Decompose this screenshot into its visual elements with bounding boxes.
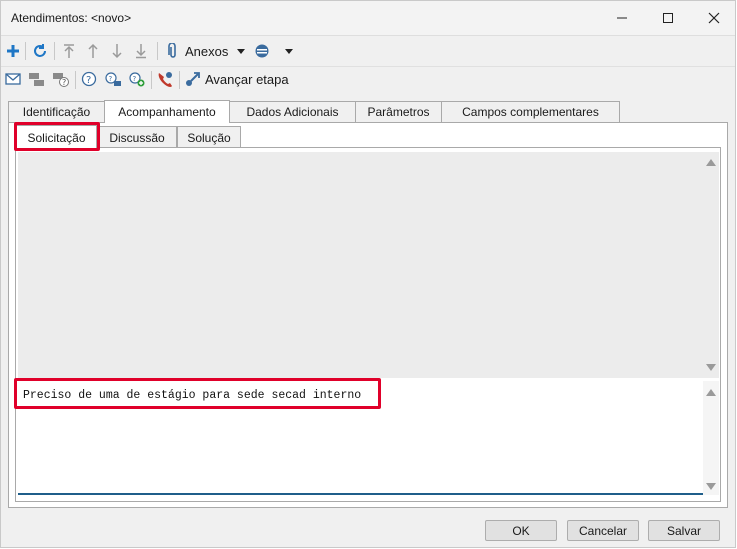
window-title: Atendimentos: <novo> [11, 11, 132, 25]
subtab-label: Solicitação [27, 130, 86, 145]
toolbar-separator [157, 42, 158, 60]
editor-scrollbar[interactable] [703, 381, 719, 495]
move-top-icon[interactable] [60, 42, 78, 60]
anexos-button[interactable]: Anexos [185, 44, 228, 59]
avancar-etapa-button[interactable]: Avançar etapa [205, 72, 289, 87]
scroll-down-icon[interactable] [706, 364, 716, 371]
tab-label: Parâmetros [367, 105, 430, 119]
ok-button[interactable]: OK [485, 520, 557, 541]
request-text[interactable]: Preciso de uma de estágio para sede seca… [23, 389, 361, 402]
tab-campos-complementares[interactable]: Campos complementares [441, 101, 620, 122]
request-editor[interactable]: Preciso de uma de estágio para sede seca… [18, 381, 703, 495]
subtab-label: Solução [187, 130, 231, 145]
subtab-solicitacao[interactable]: Solicitação [16, 125, 97, 149]
refresh-icon[interactable] [31, 42, 49, 60]
move-down-icon[interactable] [108, 42, 126, 60]
maximize-icon[interactable] [645, 1, 691, 35]
cancel-button[interactable]: Cancelar [567, 520, 639, 541]
save-button[interactable]: Salvar [648, 520, 720, 541]
help-icon[interactable]: ? [80, 70, 98, 88]
paperclip-icon[interactable] [164, 42, 182, 60]
toolbar-separator [54, 42, 55, 60]
tab-parametros[interactable]: Parâmetros [355, 101, 442, 122]
title-bar: Atendimentos: <novo> [1, 1, 735, 36]
phone-icon[interactable] [156, 70, 174, 88]
svg-text:?: ? [109, 75, 113, 83]
tab-label: Dados Adicionais [246, 105, 339, 119]
chevron-down-icon[interactable] [280, 42, 298, 60]
secondary-toolbar: ? ? ? ? Avançar etapa [1, 67, 735, 93]
minimize-icon[interactable] [599, 1, 645, 35]
request-history-area [18, 152, 703, 378]
subtab-solucao[interactable]: Solução [177, 126, 241, 148]
tab-acompanhamento[interactable]: Acompanhamento [104, 100, 230, 123]
dialog-window: Atendimentos: <novo> Anexos ? ? ? ? Avan… [0, 0, 736, 548]
toolbar-separator [151, 71, 152, 89]
scroll-up-icon[interactable] [706, 159, 716, 166]
scroll-up-icon[interactable] [706, 389, 716, 396]
email-icon[interactable] [4, 70, 22, 88]
transfer-icon[interactable] [28, 70, 46, 88]
toolbar-separator [75, 71, 76, 89]
question-transfer-icon[interactable]: ? [52, 70, 70, 88]
tab-label: Campos complementares [462, 105, 599, 119]
search-help-icon[interactable]: ? [104, 70, 122, 88]
move-bottom-icon[interactable] [132, 42, 150, 60]
scroll-down-icon[interactable] [706, 483, 716, 490]
history-scrollbar[interactable] [703, 152, 719, 378]
subtab-label: Discussão [109, 130, 165, 145]
subtab-discussao[interactable]: Discussão [97, 126, 177, 148]
svg-text:?: ? [86, 75, 91, 86]
advance-stage-icon[interactable] [184, 70, 202, 88]
toolbar-separator [25, 42, 26, 60]
view-options-icon[interactable] [253, 42, 271, 60]
svg-text:?: ? [62, 78, 66, 87]
close-icon[interactable] [691, 1, 737, 35]
tab-label: Acompanhamento [118, 105, 216, 119]
tab-identificacao[interactable]: Identificação [8, 101, 105, 122]
main-toolbar: Anexos [1, 36, 735, 67]
svg-text:?: ? [133, 75, 137, 83]
chevron-down-icon[interactable] [232, 42, 250, 60]
add-help-icon[interactable]: ? [128, 70, 146, 88]
add-icon[interactable] [4, 42, 22, 60]
tab-label: Identificação [22, 105, 91, 119]
move-up-icon[interactable] [84, 42, 102, 60]
tab-dados-adicionais[interactable]: Dados Adicionais [229, 101, 356, 122]
toolbar-separator [179, 71, 180, 89]
